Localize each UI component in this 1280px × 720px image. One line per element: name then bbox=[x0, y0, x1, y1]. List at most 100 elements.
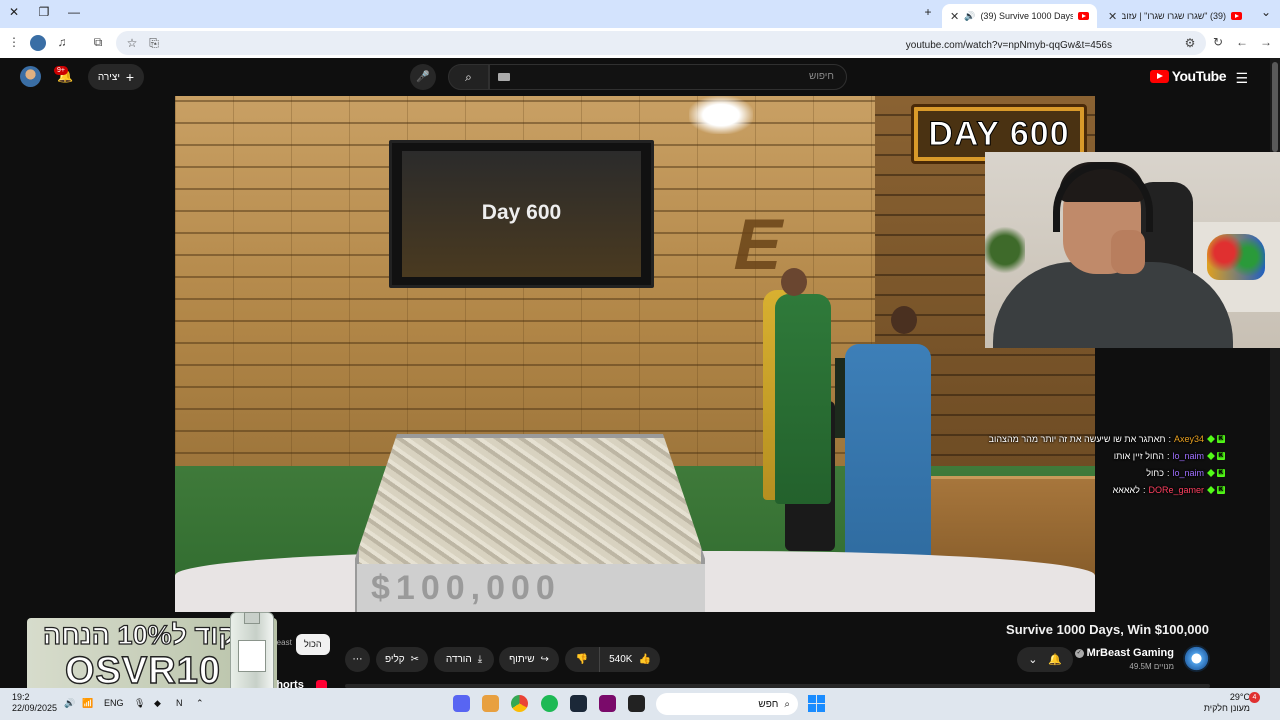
voice-search-icon[interactable]: 🎤 bbox=[410, 64, 436, 90]
forward-arrow-icon[interactable]: → bbox=[1258, 35, 1274, 49]
download-icon: ⤓ bbox=[477, 654, 483, 665]
clip-button[interactable]: קליפ ✂ bbox=[376, 647, 428, 672]
diamond-badge-icon bbox=[1207, 485, 1215, 494]
steam-icon[interactable] bbox=[570, 695, 587, 712]
search-input[interactable]: חיפוש bbox=[489, 64, 847, 90]
chat-sep: : bbox=[1142, 484, 1146, 495]
youtube-logo[interactable]: YouTube bbox=[1149, 68, 1227, 84]
tab-other[interactable]: (39) "שגרו שגרו שגרו" | עזוב זה ✕ bbox=[1100, 4, 1250, 28]
windows-start-icon[interactable] bbox=[808, 695, 825, 712]
diamond-badge-icon bbox=[1207, 468, 1215, 477]
next-app-icon[interactable] bbox=[599, 695, 616, 712]
mic-tray-icon[interactable]: 🎙 bbox=[134, 698, 145, 709]
ceiling-light bbox=[689, 96, 753, 134]
more-actions-button[interactable]: ⋯ bbox=[345, 647, 370, 672]
streamer-shirt bbox=[993, 262, 1233, 348]
tray-chevron-icon[interactable]: ⌃ bbox=[196, 698, 204, 709]
keyboard-icon[interactable] bbox=[498, 73, 510, 81]
day-badge-inner: DAY 600 bbox=[918, 111, 1080, 157]
extensions-icon[interactable]: ⧉ bbox=[90, 35, 106, 50]
speaker-icon[interactable]: 🔊 bbox=[964, 11, 975, 22]
search-placeholder: חיפוש bbox=[809, 71, 834, 82]
create-button[interactable]: יצירה + bbox=[88, 64, 144, 90]
youtube-favicon-icon bbox=[1078, 12, 1089, 20]
install-app-icon[interactable]: ⎘ bbox=[146, 36, 162, 51]
controller-decor bbox=[1207, 234, 1265, 280]
profile-avatar-icon[interactable] bbox=[30, 35, 46, 51]
omnibox[interactable]: ☆ ⎘ youtube.com/watch?v=npNmyb-qqGw&t=45… bbox=[116, 31, 1206, 55]
chat-message: K lo_naim: כחול bbox=[925, 464, 1225, 481]
language-indicator[interactable]: ENG bbox=[104, 698, 124, 708]
tray-app-icon[interactable]: ◆ bbox=[154, 698, 161, 709]
close-tab-icon[interactable]: ✕ bbox=[1108, 10, 1117, 23]
share-button[interactable]: שיתוף ↪ bbox=[499, 647, 559, 672]
chat-message: K DORe_gamer: לאאאא bbox=[925, 481, 1225, 498]
tab-active[interactable]: ✕ 🔊 (39) Survive 1000 Days, Win bbox=[942, 4, 1097, 28]
chat-badges: K bbox=[1207, 485, 1225, 494]
taskbar-notification-badge[interactable]: 4 bbox=[1249, 692, 1260, 703]
download-button[interactable]: הורדה ⤓ bbox=[434, 647, 494, 672]
clock[interactable]: 19:2 22/09/2025 bbox=[12, 692, 57, 714]
filter-chip-all[interactable]: הכול bbox=[296, 634, 330, 655]
youtube-wordmark: YouTube bbox=[1171, 68, 1227, 84]
site-settings-icon[interactable]: ⚙ bbox=[1182, 36, 1198, 50]
close-window-icon[interactable]: ✕ bbox=[6, 5, 22, 19]
close-tab-icon[interactable]: ✕ bbox=[950, 10, 959, 23]
streamer-hand bbox=[1111, 230, 1145, 274]
subscribed-button[interactable]: ⌄ 🔔 bbox=[1017, 647, 1073, 672]
new-tab-icon[interactable]: + bbox=[920, 5, 936, 19]
tv-screen: Day 600 bbox=[389, 140, 654, 288]
like-button[interactable]: 540K 👍 bbox=[600, 647, 660, 672]
account-avatar[interactable] bbox=[20, 66, 41, 87]
tab-title: (39) Survive 1000 Days, Win bbox=[980, 11, 1073, 21]
chat-message: K lo_naim: החול זיין אותו bbox=[925, 447, 1225, 464]
discord-icon[interactable] bbox=[453, 695, 470, 712]
chat-username: lo_naim bbox=[1172, 450, 1204, 461]
chat-text: החול זיין אותו bbox=[1113, 450, 1164, 461]
share-label: שיתוף bbox=[509, 654, 535, 665]
video-title: Survive 1000 Days, Win $100,000 bbox=[1006, 622, 1209, 637]
chat-text: תאתגר את שו שיעשה את זה יותר מהר מהצהוב bbox=[988, 433, 1166, 444]
chrome-icon[interactable] bbox=[511, 695, 528, 712]
diamond-badge-icon bbox=[1207, 451, 1215, 460]
scrollbar-thumb[interactable] bbox=[1272, 62, 1278, 152]
youtube-play-icon bbox=[1149, 69, 1169, 83]
search-button[interactable]: ⌕ bbox=[448, 64, 489, 90]
channel-avatar[interactable] bbox=[1183, 645, 1210, 672]
channel-name-row[interactable]: ✓ MrBeast Gaming bbox=[1074, 647, 1174, 659]
bookmark-star-icon[interactable]: ☆ bbox=[124, 36, 140, 50]
download-label: הורדה bbox=[445, 654, 472, 665]
chevron-down-icon: ⌄ bbox=[1028, 654, 1038, 666]
chat-sep: : bbox=[1166, 467, 1170, 478]
app-icon[interactable] bbox=[482, 695, 499, 712]
chat-overlay: K Axey34: תאתגר את שו שיעשה את זה יותר מ… bbox=[925, 430, 1225, 498]
spotify-icon[interactable] bbox=[541, 695, 558, 712]
tab-search-icon[interactable]: ⌄ bbox=[1258, 5, 1274, 19]
restore-window-icon[interactable]: ❐ bbox=[36, 5, 52, 19]
reload-icon[interactable]: ↻ bbox=[1210, 35, 1226, 49]
app-window-icon[interactable] bbox=[628, 695, 645, 712]
video-player[interactable]: Day 600 E $100,000 DAY 600 bbox=[175, 96, 1095, 612]
plant bbox=[985, 220, 1025, 280]
promo-discount-text: קוד ל10% הנחה bbox=[42, 619, 237, 650]
cash-box-label: $100,000 bbox=[357, 564, 705, 612]
hamburger-menu-icon[interactable]: ☰ bbox=[1235, 70, 1248, 87]
browser-tab-strip: ✕ ❐ — ⌄ (39) "שגרו שגרו שגרו" | עזוב זה … bbox=[0, 0, 1280, 28]
create-label: יצירה bbox=[97, 71, 120, 83]
onenote-tray-icon[interactable]: N bbox=[176, 698, 183, 708]
minimize-window-icon[interactable]: — bbox=[66, 5, 82, 19]
media-control-icon[interactable]: ♫ bbox=[54, 35, 70, 49]
bottle-cap bbox=[244, 612, 260, 624]
back-arrow-icon[interactable]: ← bbox=[1234, 35, 1250, 49]
network-icon[interactable]: 📶 bbox=[82, 698, 93, 709]
volume-icon[interactable]: 🔊 bbox=[64, 698, 75, 709]
person-green bbox=[775, 294, 831, 504]
taskbar-search[interactable]: חפש ⌕ bbox=[656, 693, 798, 715]
chat-text: לאאאא bbox=[1112, 484, 1140, 495]
weather-widget[interactable]: 29°C מעונן חלקית bbox=[1204, 692, 1250, 714]
promo-code-text: OSVR10 bbox=[64, 649, 221, 692]
bottle-label bbox=[238, 640, 266, 672]
menu-dots-icon[interactable]: ⋮ bbox=[6, 35, 22, 49]
chat-username: Axey34 bbox=[1173, 433, 1204, 444]
dislike-button[interactable]: 👎 bbox=[565, 647, 600, 672]
